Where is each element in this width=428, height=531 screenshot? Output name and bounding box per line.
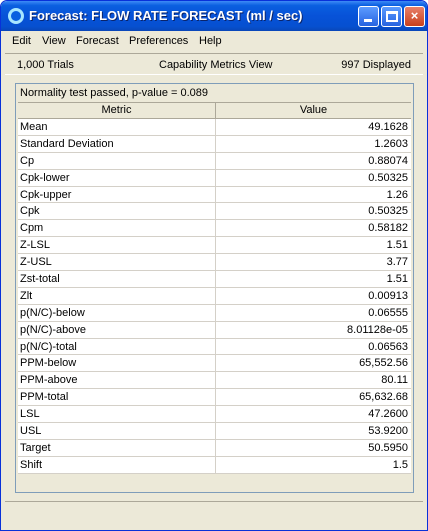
minimize-button[interactable] [358,6,379,27]
value-cell: 65,632.68 [359,391,408,404]
maximize-button[interactable] [381,6,402,27]
table-row[interactable]: Cpk-upper 1.26 [18,186,411,204]
table-row[interactable]: Cpm 0.58182 [18,220,411,238]
title-bar[interactable]: Forecast: FLOW RATE FORECAST (ml / sec) … [1,1,427,31]
table-row[interactable]: Cp 0.88074 [18,152,411,170]
value-cell: 1.51 [386,273,408,286]
table-row[interactable]: PPM-total 65,632.68 [18,389,411,407]
table-row[interactable]: USL 53.9200 [18,423,411,440]
value-cell: 1.26 [386,188,408,201]
menu-view[interactable]: View [42,35,66,47]
metric-cell: Mean [18,119,216,135]
info-bar: 1,000 Trials Capability Metrics View 997… [5,53,423,75]
value-cell: 50.5950 [368,441,408,454]
displayed-count: 997 Displayed [341,59,411,71]
menu-forecast[interactable]: Forecast [76,35,119,47]
metric-cell: Z-LSL [18,237,216,254]
table-row[interactable]: Z-USL 3.77 [18,254,411,272]
table-row[interactable]: Cpk-lower 0.50325 [18,169,411,187]
status-bar [5,501,423,521]
metric-cell: Target [18,439,216,456]
value-cell: 0.58182 [368,222,408,235]
table-row[interactable]: Standard Deviation 1.2603 [18,135,411,153]
metric-cell: Standard Deviation [18,135,216,152]
table-row[interactable]: p(N/C)-total 0.06563 [18,338,411,356]
metric-cell: Cpk [18,203,216,220]
metric-cell: Zlt [18,287,216,304]
value-cell: 3.77 [386,256,408,269]
metric-cell: LSL [18,406,216,423]
metric-cell: Cpk-upper [18,186,216,203]
metric-cell: PPM-below [18,355,216,372]
menu-edit[interactable]: Edit [12,35,31,47]
table-row[interactable]: Zst-total 1.51 [18,271,411,288]
metric-cell: Z-USL [18,254,216,271]
metric-cell: p(N/C)-below [18,304,216,321]
menu-help[interactable]: Help [199,35,222,47]
minimize-icon [364,19,372,22]
value-cell: 0.88074 [368,154,408,167]
table-row[interactable]: Zlt 0.00913 [18,287,411,305]
value-cell: 53.9200 [368,425,408,438]
normality-test-label: Normality test passed, p-value = 0.089 [20,87,209,99]
table-row[interactable]: Cpk 0.50325 [18,203,411,221]
value-cell: 49.1628 [368,121,408,133]
metric-cell: Shift [18,456,216,473]
metric-cell: PPM-above [18,372,216,389]
view-name: Capability Metrics View [159,59,273,71]
metric-column-header[interactable]: Metric [18,103,216,118]
metric-cell: PPM-total [18,389,216,406]
window-title: Forecast: FLOW RATE FORECAST (ml / sec) [29,8,303,23]
value-column-header[interactable]: Value [216,103,411,118]
table-row[interactable]: Mean 49.1628 [18,119,411,136]
metric-cell: Cpk-lower [18,169,216,186]
value-cell: 65,552.56 [359,357,408,370]
value-cell: 0.00913 [368,289,408,302]
value-cell: 1.5 [392,458,408,471]
value-cell: 0.50325 [368,171,408,184]
table-row[interactable]: Shift 1.5 [18,456,411,474]
metric-cell: p(N/C)-total [18,338,216,355]
crystal-ball-icon [8,8,24,24]
close-button[interactable]: × [404,6,425,27]
table-row[interactable]: PPM-above 80.11 [18,372,411,390]
metric-cell: Cpm [18,220,216,237]
capability-metrics-panel: Normality test passed, p-value = 0.089 M… [15,83,414,493]
menu-bar: Edit View Forecast Preferences Help [1,32,427,51]
value-cell: 0.06555 [368,306,408,319]
metric-cell: p(N/C)-above [18,321,216,338]
metric-cell: Zst-total [18,271,216,287]
value-cell: 8.01128e-05 [347,323,408,336]
table-row[interactable]: LSL 47.2600 [18,406,411,424]
menu-preferences[interactable]: Preferences [129,35,188,47]
table-row[interactable]: p(N/C)-above 8.01128e-05 [18,321,411,339]
table-row[interactable]: Target 50.5950 [18,439,411,457]
value-cell: 0.50325 [368,205,408,218]
metric-cell: Cp [18,152,216,169]
table-row[interactable]: Z-LSL 1.51 [18,237,411,255]
table-row[interactable]: p(N/C)-below 0.06555 [18,304,411,322]
trials-count: 1,000 Trials [17,59,74,71]
value-cell: 80.11 [381,374,408,387]
table-body: Mean 49.1628 Standard Deviation 1.2603 Cp 0.8… [18,119,411,474]
forecast-window: Forecast: FLOW RATE FORECAST (ml / sec) … [0,0,428,531]
value-cell: 0.06563 [368,340,408,353]
maximize-icon [386,11,398,22]
metric-cell: USL [18,423,216,439]
metrics-table: Metric Value Mean 49.1628 Standard Deviati… [18,102,411,474]
value-cell: 1.51 [386,239,408,252]
close-icon: × [410,8,419,23]
value-cell: 1.2603 [374,137,408,150]
table-row[interactable]: PPM-below 65,552.56 [18,355,411,373]
table-header: Metric Value [18,103,411,119]
value-cell: 47.2600 [368,408,408,421]
